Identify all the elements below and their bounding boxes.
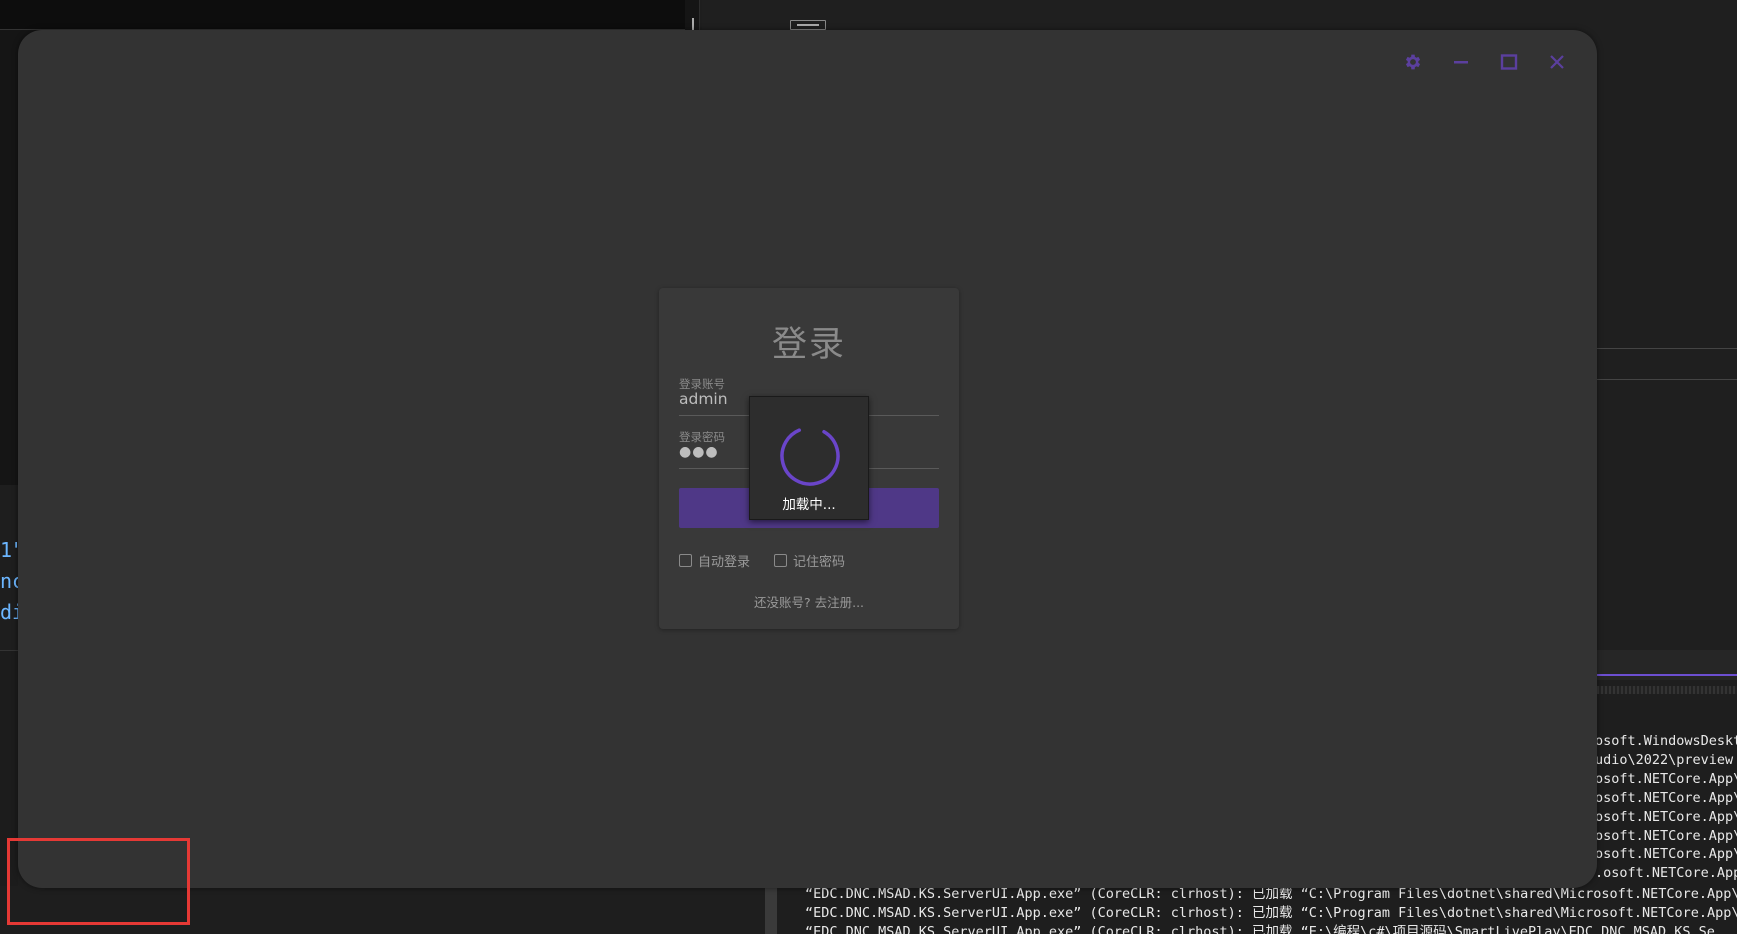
code-line: 1" (0, 538, 18, 562)
remember-password-label: 记住密码 (793, 554, 846, 570)
loading-text: 加载中... (782, 497, 836, 513)
output-line: osoft.NETCore.App\ (1595, 770, 1737, 787)
gear-icon[interactable] (1401, 50, 1425, 74)
auto-login-checkbox[interactable]: 自动登录 (679, 550, 750, 570)
login-title: 登录 (771, 325, 846, 365)
loading-spinner-icon (779, 425, 841, 491)
output-line: udio\2022\preview (1595, 751, 1734, 768)
output-line: osoft.NETCore.App\ (1595, 827, 1737, 844)
code-line: di (0, 600, 18, 624)
register-link[interactable]: 还没账号? 去注册... (659, 592, 959, 611)
ide-output-stripe (1597, 686, 1737, 694)
minimize-icon[interactable] (1449, 50, 1473, 74)
ide-right-divider (1597, 348, 1737, 380)
maximize-icon[interactable] (1497, 50, 1521, 74)
panel-grip-icon[interactable] (790, 20, 826, 30)
password-label: 登录密码 (679, 430, 725, 444)
output-bottom-rows: “EDC.DNC.MSAD.KS.ServerUI.App.exe” (Core… (805, 885, 1737, 934)
window-controls (1401, 50, 1569, 74)
ide-editor-header (0, 0, 685, 30)
highlight-annotation-box (7, 838, 190, 925)
output-line: osoft.NETCore.App\ (1595, 789, 1737, 806)
close-icon[interactable] (1545, 50, 1569, 74)
code-line: nc (0, 569, 18, 593)
output-line: osoft.NETCore.App\ (1595, 808, 1737, 825)
loading-dialog: 加载中... (749, 396, 869, 520)
output-line: osoft.WindowsDeskt (1595, 733, 1737, 749)
ide-output-accent (1597, 674, 1737, 676)
output-line: osoft.NETCore.App\ (1595, 846, 1737, 863)
auto-login-label: 自动登录 (698, 554, 751, 570)
ide-code-fragment: 1" nc di (0, 485, 18, 625)
remember-password-checkbox[interactable]: 记住密码 (774, 550, 845, 570)
checkbox-box[interactable] (679, 553, 692, 567)
output-line: .osoft.NETCore.App\ (1595, 865, 1737, 882)
account-input[interactable]: admin (679, 390, 728, 408)
output-line: “EDC.DNC.MSAD.KS.ServerUI.App.exe” (Core… (805, 904, 1737, 921)
output-line: “EDC.DNC.MSAD.KS.ServerUI.App.exe” (Core… (805, 923, 1715, 934)
text-caret (692, 18, 694, 30)
checkbox-box[interactable] (774, 553, 787, 567)
login-app-window: 登录 登录账号 admin 登录密码 ●●● 自动登录 记住密码 还没账号? 去… (18, 30, 1597, 888)
output-right-column: osoft.WindowsDeskt udio\2022\preview oso… (1595, 732, 1737, 883)
password-input[interactable]: ●●● (679, 444, 719, 460)
ide-scrollbar[interactable] (765, 886, 777, 934)
